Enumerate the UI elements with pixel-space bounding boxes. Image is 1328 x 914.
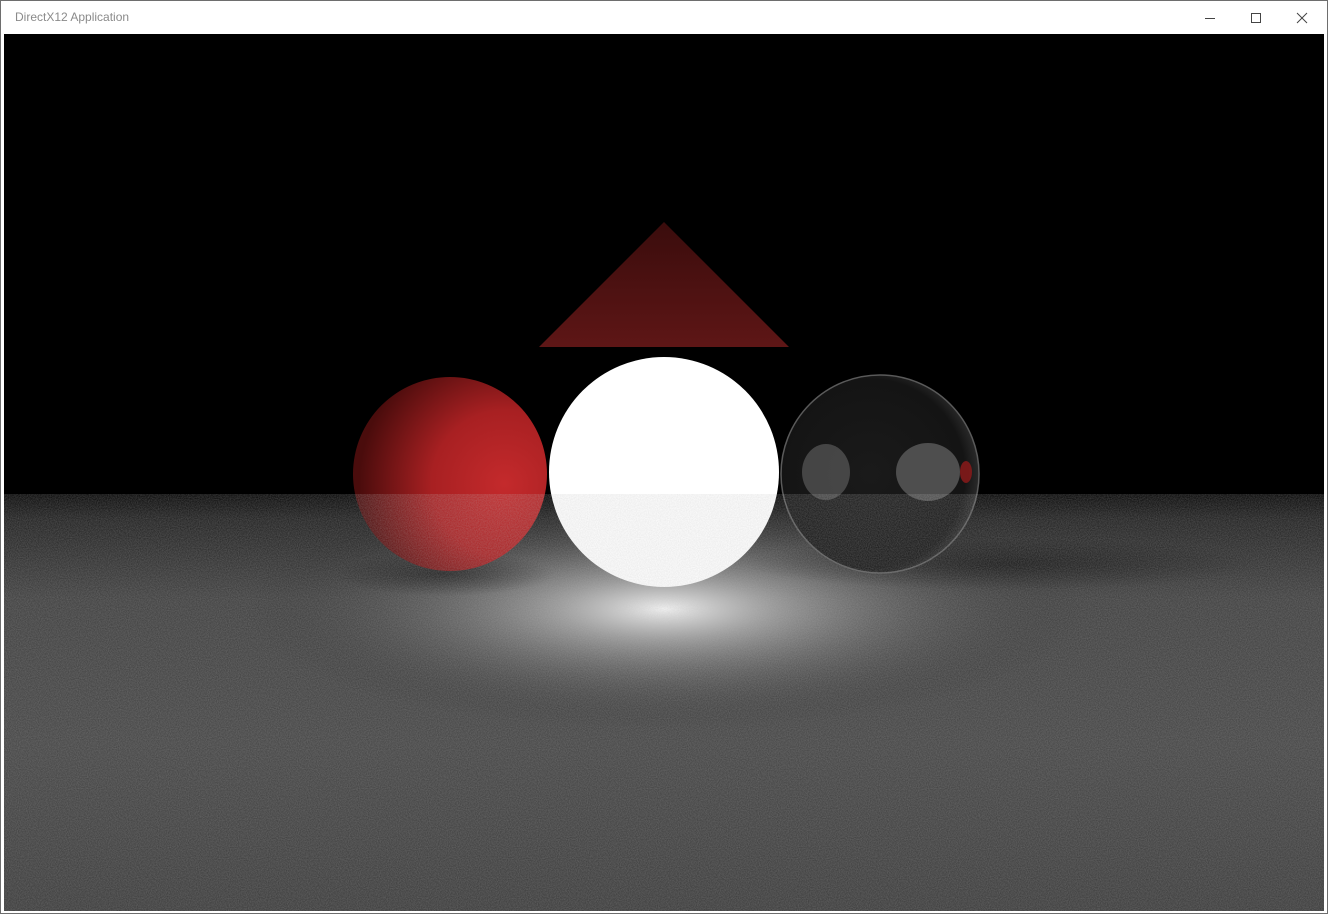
- glass-refraction-right: [896, 443, 960, 501]
- glass-refraction-left: [802, 444, 850, 500]
- close-button[interactable]: [1279, 1, 1325, 34]
- minimize-button[interactable]: [1187, 1, 1233, 34]
- render-noise: [4, 494, 1324, 911]
- maximize-icon: [1251, 13, 1261, 23]
- render-viewport[interactable]: [4, 34, 1324, 911]
- glass-red-reflection: [960, 461, 972, 483]
- title-bar[interactable]: DirectX12 Application: [1, 1, 1327, 34]
- close-icon: [1296, 12, 1308, 24]
- app-window: DirectX12 Application: [0, 0, 1328, 914]
- rendered-scene: [4, 34, 1324, 911]
- minimize-icon: [1205, 18, 1215, 19]
- window-title: DirectX12 Application: [15, 10, 130, 24]
- maximize-button[interactable]: [1233, 1, 1279, 34]
